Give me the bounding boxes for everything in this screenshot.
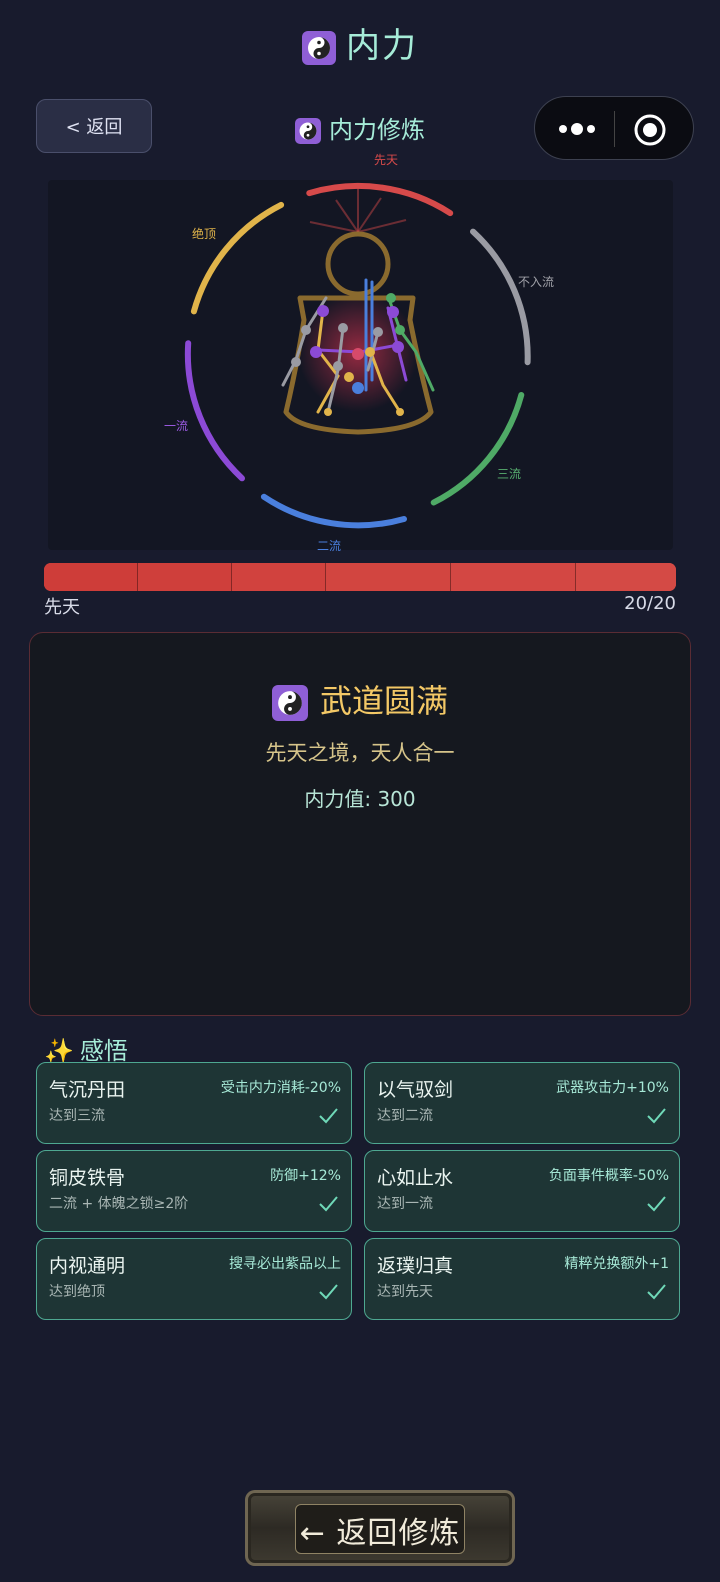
insight-requirement: 二流 + 体魄之锁≥2阶 [49, 1196, 189, 1212]
progress-segment [576, 563, 676, 591]
insight-requirement: 达到绝顶 [49, 1284, 105, 1300]
insight-effect: 精粹兑换额外+1 [564, 1256, 669, 1272]
meridian-svg: 先天 不入流 三流 二流 一流 绝顶 [164, 153, 554, 553]
ring-label-erliu: 二流 [317, 539, 341, 553]
insight-name: 气沉丹田 [49, 1079, 126, 1101]
status-title-text: 武道圆满 [319, 682, 448, 720]
insight-card[interactable]: 气沉丹田 受击内力消耗-20% 达到三流 [36, 1062, 352, 1144]
insight-name: 内视通明 [49, 1255, 126, 1277]
cultivation-progress-bar [44, 563, 676, 591]
ring-arc-burulu [470, 228, 531, 366]
taiji-icon [295, 118, 321, 144]
body-figure [281, 188, 435, 435]
taiji-icon [271, 685, 308, 721]
insight-effect: 搜寻必出紫品以上 [229, 1256, 341, 1272]
ring-label-xiantian: 先天 [374, 153, 398, 167]
progress-segment [451, 563, 576, 591]
status-subtitle: 先天之境，天人合一 [265, 741, 455, 765]
insight-name: 铜皮铁骨 [49, 1167, 126, 1189]
sparkle-icon: ✨ [44, 1037, 74, 1065]
page-title-text: 内力 [346, 26, 418, 66]
insight-requirement: 达到一流 [377, 1196, 433, 1212]
progress-segment [44, 563, 138, 591]
ring-arc-jueding [190, 201, 285, 315]
progress-segment [138, 563, 232, 591]
ring-label-burulu: 不入流 [518, 275, 554, 289]
insight-requirement: 达到二流 [377, 1108, 433, 1124]
insight-effect: 武器攻击力+10% [556, 1080, 669, 1096]
ring-arc-sanliu [430, 392, 525, 506]
insight-name: 心如止水 [377, 1167, 454, 1189]
insight-name: 以气驭剑 [377, 1079, 454, 1101]
checkmark-icon [319, 1196, 338, 1212]
meridian-diagram: 先天 不入流 三流 二流 一流 绝顶 [48, 153, 673, 553]
miniapp-capsule [534, 96, 694, 160]
ring-arc-yiliu [184, 340, 245, 482]
insight-card[interactable]: 返璞归真 精粹兑换额外+1 达到先天 [364, 1238, 680, 1320]
checkmark-icon [647, 1196, 666, 1212]
status-card: 武道圆满 先天之境，天人合一 内力值: 300 [29, 632, 691, 1016]
insight-requirement: 达到三流 [49, 1108, 105, 1124]
checkmark-icon [319, 1284, 338, 1300]
insights-header: ✨ 感悟 [44, 1031, 128, 1066]
checkmark-icon [647, 1284, 666, 1300]
insight-requirement: 达到先天 [377, 1284, 433, 1300]
page-title: 内力 [0, 18, 720, 67]
insight-card[interactable]: 以气驭剑 武器攻击力+10% 达到二流 [364, 1062, 680, 1144]
insight-card[interactable]: 心如止水 负面事件概率-50% 达到一流 [364, 1150, 680, 1232]
progress-count: 20/20 [624, 593, 676, 614]
ring-label-jueding: 绝顶 [192, 226, 216, 241]
progress-segment [232, 563, 326, 591]
ring-arc-erliu [260, 493, 407, 529]
return-to-cultivation-button[interactable]: ← 返回修炼 [245, 1490, 515, 1566]
progress-segment [326, 563, 451, 591]
ring-label-sanliu: 三流 [497, 467, 521, 481]
return-button-label: ← 返回修炼 [299, 1516, 461, 1551]
ring-label-yiliu: 一流 [164, 419, 188, 433]
checkmark-icon [647, 1108, 666, 1124]
internal-power-value: 内力值: 300 [304, 787, 416, 811]
insight-card[interactable]: 内视通明 搜寻必出紫品以上达到绝顶 [36, 1238, 352, 1320]
more-icon[interactable] [555, 115, 599, 143]
insight-effect: 防御+12% [270, 1168, 341, 1184]
insight-effect: 负面事件概率-50% [548, 1168, 669, 1184]
status-title: 武道圆满 [30, 676, 690, 722]
taiji-icon [302, 30, 336, 65]
capsule-divider [614, 111, 615, 147]
checkmark-icon [319, 1108, 338, 1124]
insight-card[interactable]: 铜皮铁骨 防御+12% 二流 + 体魄之锁≥2阶 [36, 1150, 352, 1232]
insights-header-text: 感悟 [79, 1037, 128, 1065]
insight-effect: 受击内力消耗-20% [220, 1080, 341, 1096]
close-target-icon[interactable] [633, 113, 667, 147]
insight-name: 返璞归真 [377, 1255, 454, 1277]
section-title-text: 内力修炼 [329, 116, 425, 144]
rank-label: 先天 [44, 597, 80, 618]
